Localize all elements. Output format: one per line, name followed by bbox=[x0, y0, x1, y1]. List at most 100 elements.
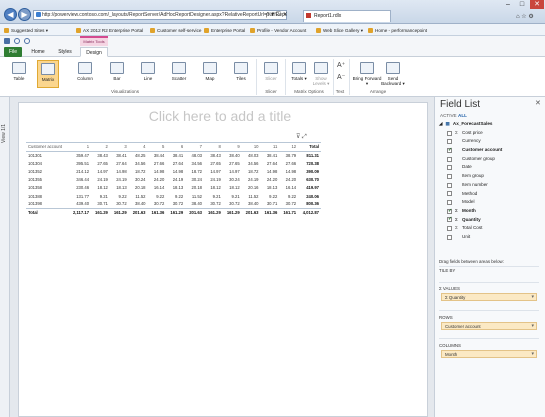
field-checkbox[interactable] bbox=[447, 173, 452, 179]
favorite-link[interactable]: Home - performancepoint bbox=[368, 26, 427, 35]
column-header[interactable]: 3 bbox=[109, 143, 129, 152]
view-label[interactable]: View 1/1 bbox=[1, 115, 9, 143]
field-item[interactable]: Customer group bbox=[447, 155, 541, 164]
increase-font-icon[interactable]: A⁺ bbox=[337, 61, 345, 69]
field-checkbox[interactable] bbox=[447, 191, 452, 197]
field-checkbox[interactable] bbox=[447, 165, 452, 171]
field-item[interactable]: Item group bbox=[447, 172, 541, 181]
browser-tools-icons[interactable]: ⌂ ☆ ⚙ bbox=[516, 12, 534, 22]
cell-value: 18.72 bbox=[248, 168, 259, 174]
row-label[interactable]: 101398 bbox=[26, 200, 69, 208]
column-header[interactable]: 9 bbox=[222, 143, 242, 152]
column-header[interactable]: 6 bbox=[166, 143, 186, 152]
column-header[interactable]: 10 bbox=[241, 143, 261, 152]
send-backward-button[interactable]: Send Backward ▾ bbox=[378, 60, 408, 88]
redo-icon[interactable] bbox=[24, 38, 30, 44]
table-button[interactable]: Table bbox=[8, 60, 30, 88]
column-header[interactable]: 8 bbox=[204, 143, 223, 152]
tab-design[interactable]: Design bbox=[80, 47, 108, 57]
row-label[interactable]: 101304 bbox=[26, 159, 69, 167]
column-header[interactable]: 4 bbox=[128, 143, 148, 152]
field-checkbox[interactable] bbox=[447, 156, 452, 162]
field-item[interactable]: Date bbox=[447, 163, 541, 172]
field-checkbox[interactable] bbox=[447, 130, 452, 136]
field-item[interactable]: Currency bbox=[447, 137, 541, 146]
column-header[interactable]: 7 bbox=[185, 143, 204, 152]
cell-value: 11.52 bbox=[191, 193, 202, 199]
tab-styles[interactable]: Styles bbox=[56, 47, 74, 57]
row-label[interactable]: 101358 bbox=[26, 184, 69, 192]
tab-file[interactable]: File bbox=[4, 47, 22, 57]
row-label[interactable]: 101301 bbox=[26, 151, 69, 159]
field-checkbox[interactable] bbox=[447, 234, 452, 240]
total-value: 201.63 bbox=[241, 207, 261, 217]
minimize-button[interactable]: – bbox=[501, 0, 515, 9]
row-header[interactable]: Customer account bbox=[26, 143, 69, 152]
decrease-font-icon[interactable]: A⁻ bbox=[337, 73, 345, 81]
favorite-link[interactable]: Customer self-service bbox=[150, 26, 201, 35]
field-item[interactable]: Model bbox=[447, 198, 541, 207]
row-label[interactable]: 101352 bbox=[26, 167, 69, 175]
column-header[interactable]: 5 bbox=[147, 143, 167, 152]
row-label[interactable]: 101388 bbox=[26, 192, 69, 200]
bar-chart-button[interactable]: Bar bbox=[106, 60, 128, 88]
field-item[interactable]: ✓ Σ Month bbox=[447, 207, 541, 216]
browser-tab[interactable]: Report1.rdlx bbox=[303, 10, 391, 22]
columns-field-month[interactable]: Month bbox=[441, 350, 537, 358]
map-button[interactable]: Map bbox=[199, 60, 221, 88]
values-field-quantity[interactable]: Σ Quantity bbox=[441, 293, 537, 301]
field-checkbox[interactable]: ✓ bbox=[447, 147, 452, 153]
totals-button[interactable]: Totals ▾ bbox=[288, 60, 310, 88]
field-item[interactable]: Unit bbox=[447, 233, 541, 242]
field-item[interactable]: Method bbox=[447, 190, 541, 199]
forward-button[interactable]: ▶ bbox=[18, 8, 31, 21]
tab-all[interactable]: ALL bbox=[458, 113, 467, 118]
slicer-button[interactable]: Slicer bbox=[260, 60, 282, 88]
tiles-button[interactable]: Tiles bbox=[232, 60, 250, 88]
line-chart-button[interactable]: Line bbox=[137, 60, 159, 88]
undo-icon[interactable] bbox=[14, 38, 20, 44]
column-header[interactable]: Total bbox=[298, 143, 321, 152]
save-icon[interactable] bbox=[4, 38, 10, 44]
column-chart-button[interactable]: Column bbox=[74, 60, 96, 88]
back-button[interactable]: ◀ bbox=[4, 8, 17, 21]
column-header[interactable]: 1 bbox=[68, 143, 92, 152]
favorite-link[interactable]: Enterprise Portal bbox=[204, 26, 245, 35]
table-node[interactable]: ◢ ▦ Ax_ForecastSales bbox=[439, 120, 541, 129]
matrix-visual[interactable]: Customer account 1 2 3 4 5 6 7 8 9 10 11 12 Total 10… bbox=[26, 142, 321, 217]
rows-field-customer-account[interactable]: Customer account bbox=[441, 322, 537, 330]
filter-icon[interactable]: ⊽ ⤢ bbox=[296, 133, 307, 141]
expand-icon[interactable]: ◢ bbox=[439, 120, 443, 129]
scatter-chart-button[interactable]: Scatter bbox=[168, 60, 190, 88]
tab-home[interactable]: Home bbox=[30, 47, 46, 57]
row-label[interactable]: 101355 bbox=[26, 176, 69, 184]
field-checkbox[interactable]: ✓ bbox=[447, 208, 452, 214]
favorite-link[interactable]: Suggested Sites ▾ bbox=[4, 26, 48, 35]
matrix-button[interactable]: Matrix bbox=[37, 60, 59, 88]
url-input[interactable]: http://powerview.contoso.com/_layouts/Re… bbox=[33, 10, 287, 20]
field-checkbox[interactable] bbox=[447, 139, 452, 145]
field-item[interactable]: ✓ Customer account bbox=[447, 146, 541, 155]
field-item[interactable]: Σ Cost price bbox=[447, 129, 541, 138]
field-checkbox[interactable] bbox=[447, 200, 452, 206]
tab-active[interactable]: ACTIVE bbox=[440, 113, 457, 118]
field-checkbox[interactable] bbox=[447, 226, 452, 232]
favorite-link[interactable]: Web Slice Gallery ▾ bbox=[316, 26, 363, 35]
field-item[interactable]: Σ Total Cost bbox=[447, 224, 541, 233]
column-header[interactable]: 11 bbox=[260, 143, 280, 152]
close-window-button[interactable]: ✕ bbox=[530, 0, 544, 9]
column-header[interactable]: 12 bbox=[279, 143, 299, 152]
field-item[interactable]: Item number bbox=[447, 181, 541, 190]
title-placeholder[interactable]: Click here to add a title bbox=[60, 108, 380, 126]
field-checkbox[interactable] bbox=[447, 182, 452, 188]
favorite-link[interactable]: Profile - Vendor Account bbox=[250, 26, 306, 35]
address-controls[interactable]: ρ ▾ ☐ ✕ bbox=[266, 10, 288, 20]
field-item[interactable]: ✓ Σ Quantity bbox=[447, 216, 541, 225]
show-levels-button[interactable]: Show Levels ▾ bbox=[310, 60, 332, 88]
maximize-button[interactable]: □ bbox=[515, 0, 529, 9]
favorite-link[interactable]: AX 2012 R2 Enterprise Portal bbox=[76, 26, 143, 35]
field-checkbox[interactable]: ✓ bbox=[447, 217, 452, 223]
close-icon[interactable]: ✕ bbox=[535, 99, 541, 107]
cell-value: 30.24 bbox=[229, 177, 240, 183]
column-header[interactable]: 2 bbox=[91, 143, 110, 152]
